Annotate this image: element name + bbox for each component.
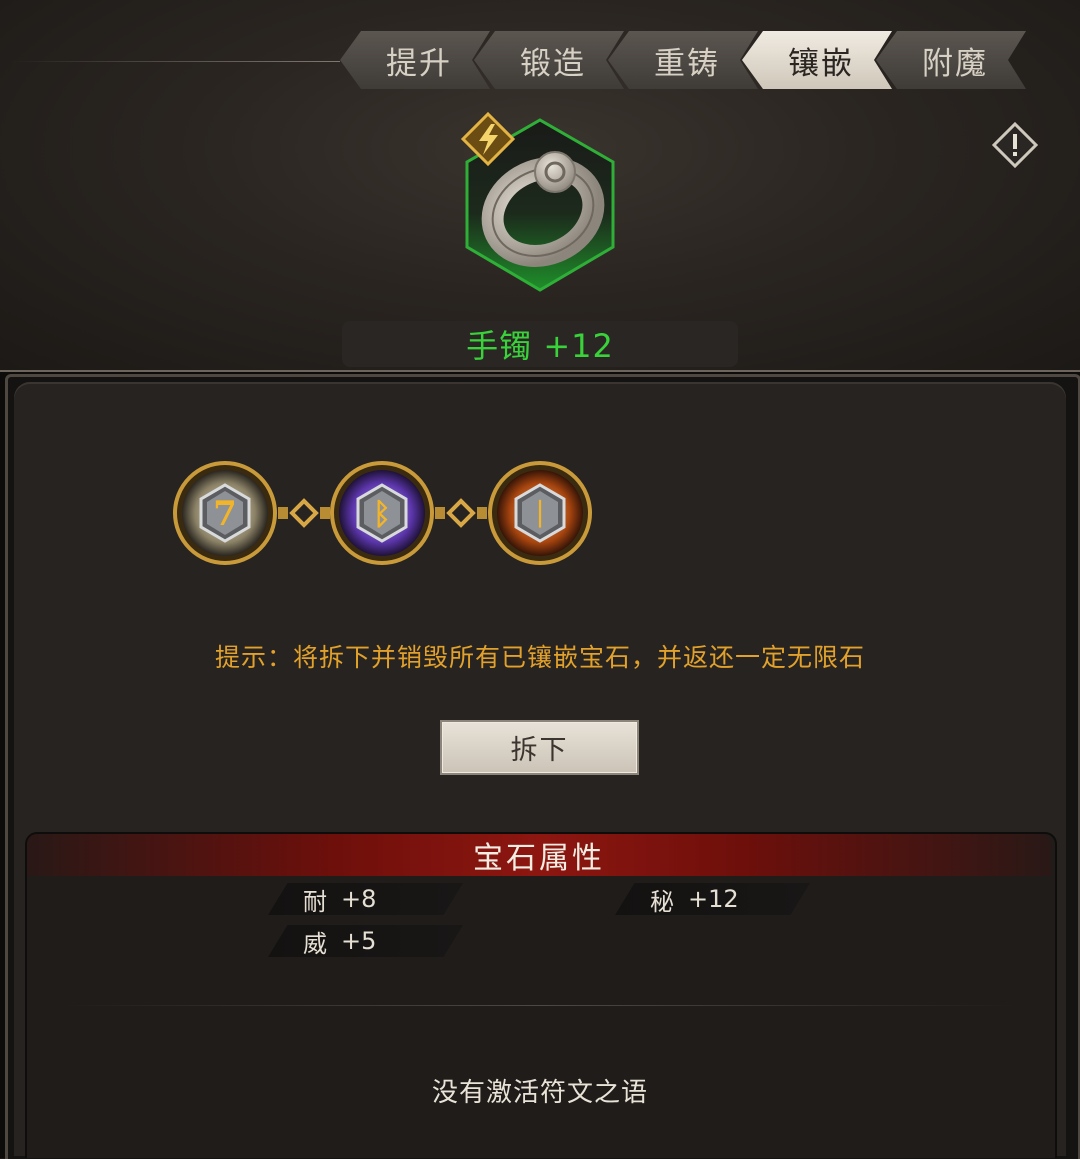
tab-upgrade[interactable]: 提升	[340, 31, 490, 89]
chain-link-icon	[435, 496, 487, 530]
gem-socket-purple-icon[interactable]: ᛒ	[329, 460, 435, 566]
gem-rune-2: ᛒ	[373, 497, 391, 532]
tab-reforge-label: 重铸	[654, 45, 720, 82]
stat-row: 秘 +12	[615, 883, 810, 915]
stat-value: +8	[341, 885, 377, 913]
item-name-bar: 手镯 +12	[342, 321, 738, 367]
tab-inlay[interactable]: 镶嵌	[742, 31, 892, 89]
equipped-item-slot[interactable]	[455, 111, 625, 297]
gem-attributes-header: 宝石属性	[27, 834, 1051, 876]
tab-inlay-label: 镶嵌	[788, 45, 854, 82]
header-divider	[10, 61, 340, 62]
remove-gems-button[interactable]: 拆下	[440, 720, 639, 775]
stat-row: 威 +5	[268, 925, 463, 957]
tab-reforge[interactable]: 重铸	[608, 31, 758, 89]
stat-key: 秘	[650, 887, 674, 916]
stat-key: 耐	[303, 887, 327, 916]
stat-value: +5	[341, 927, 377, 955]
stat-key: 威	[303, 929, 327, 958]
tab-forge[interactable]: 锻造	[474, 31, 624, 89]
tab-bar: 提升 锻造 重铸 镶嵌 附魔	[340, 31, 1042, 91]
gem-attributes-panel	[25, 832, 1057, 1158]
gem-attributes-title: 宝石属性	[473, 841, 605, 876]
item-name: 手镯 +12	[466, 327, 614, 365]
info-alert-icon[interactable]	[992, 122, 1038, 168]
tab-enchant[interactable]: 附魔	[876, 31, 1026, 89]
tab-forge-label: 锻造	[520, 45, 586, 82]
tip-text: 提示：将拆下并销毁所有已镶嵌宝石，并返还一定无限石	[214, 643, 865, 672]
tab-upgrade-label: 提升	[386, 45, 452, 82]
stat-value: +12	[688, 885, 739, 913]
runeword-status: 没有激活符文之语	[431, 1078, 648, 1108]
gem-socket-orange-icon[interactable]: ᛁ	[487, 460, 593, 566]
stat-row: 耐 +8	[268, 883, 463, 915]
section-divider	[60, 1005, 1020, 1006]
gem-rune-3: ᛁ	[531, 497, 549, 532]
gem-socket-silver-icon[interactable]: 7	[172, 460, 278, 566]
gem-rune-1: 7	[213, 494, 237, 534]
chain-link-icon	[278, 496, 330, 530]
tab-enchant-label: 附魔	[922, 45, 988, 82]
